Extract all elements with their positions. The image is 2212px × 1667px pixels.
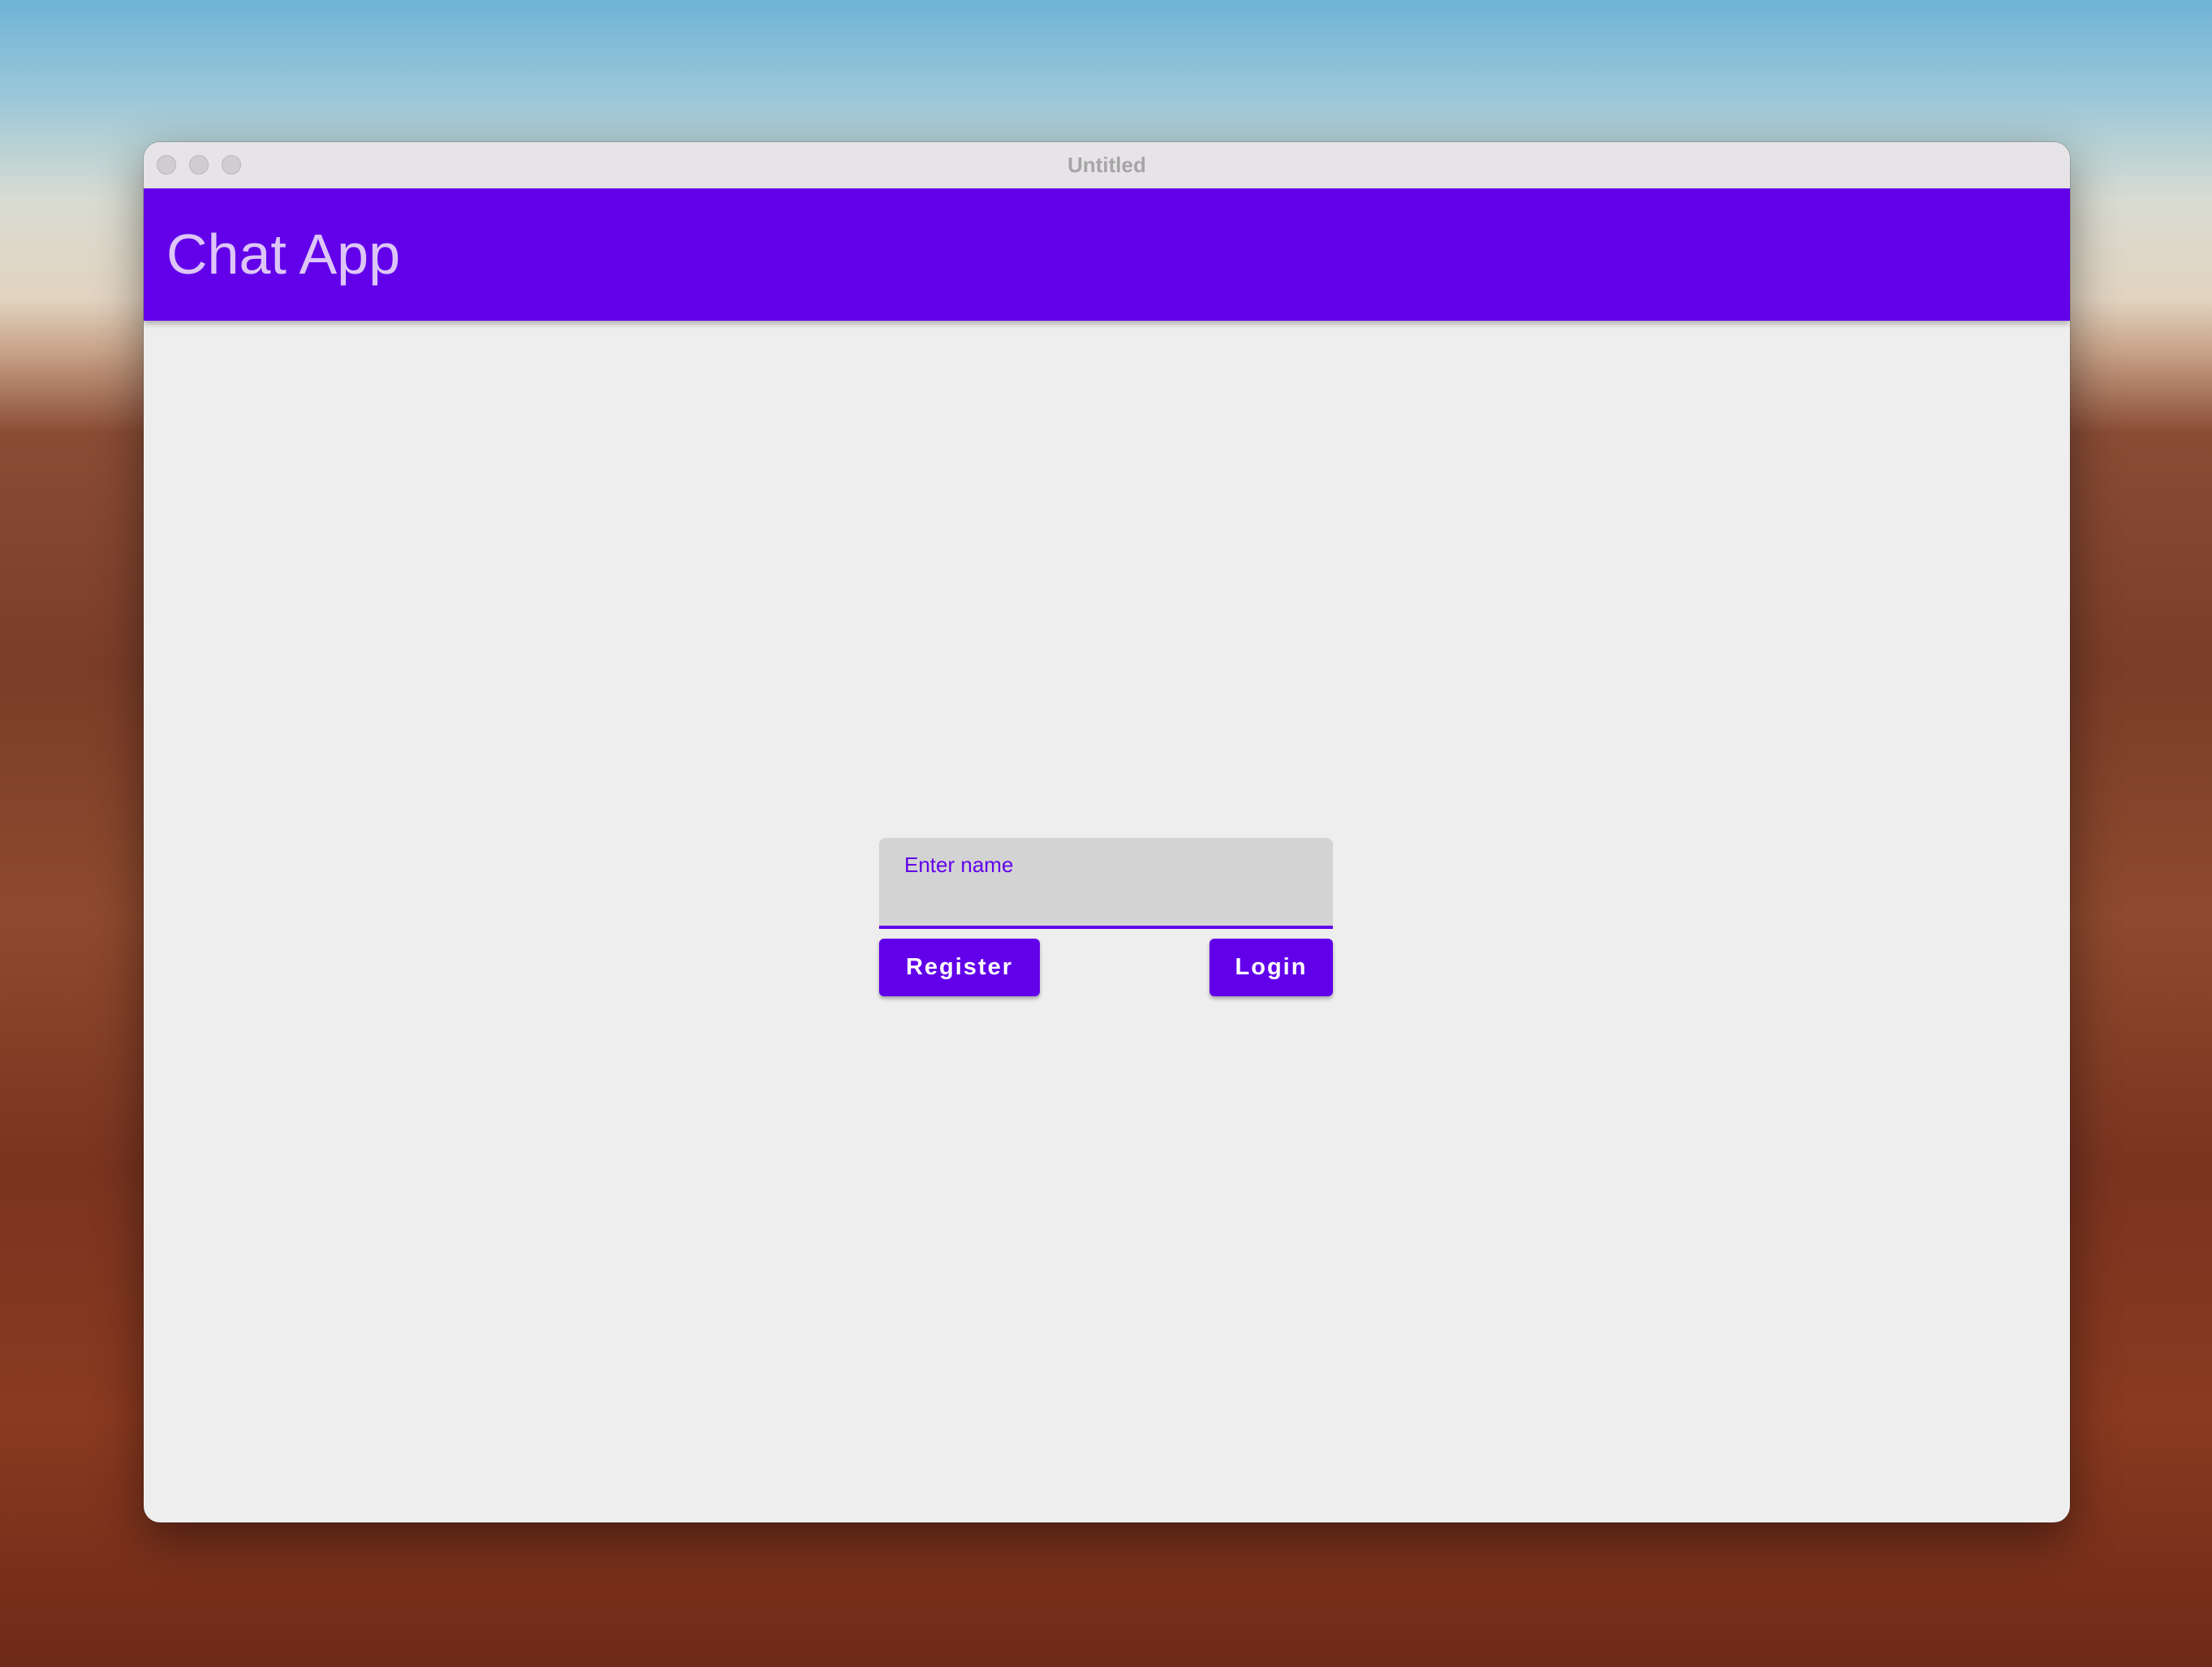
name-text-field[interactable]: Enter name [879,838,1333,929]
app-window: Untitled Chat App Enter name Register Lo… [144,142,2070,1522]
window-titlebar[interactable]: Untitled [144,142,2070,189]
login-button[interactable]: Login [1209,939,1333,996]
login-form: Enter name Register Login [879,838,1333,996]
app-title: Chat App [166,222,400,286]
desktop-wallpaper: Untitled Chat App Enter name Register Lo… [0,0,2212,1667]
app-bar: Chat App [144,188,2070,321]
name-field-label: Enter name [904,853,1014,877]
register-button[interactable]: Register [879,939,1040,996]
window-title: Untitled [1067,153,1146,177]
name-input[interactable] [904,883,1305,920]
